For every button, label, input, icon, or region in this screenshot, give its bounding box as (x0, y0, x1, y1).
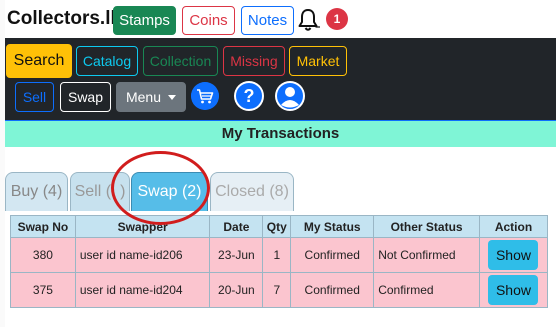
search-button[interactable]: Search (6, 44, 72, 78)
catalog-button[interactable]: Catalog (76, 46, 138, 76)
coins-button[interactable]: Coins (182, 6, 235, 35)
sell-button[interactable]: Sell (15, 82, 54, 112)
bell-icon[interactable] (296, 7, 320, 33)
help-icon[interactable]: ? (234, 81, 264, 111)
transactions-table: Swap No Swapper Date Qty My Status Other… (10, 215, 549, 308)
swap-no-cell: 375 (10, 272, 76, 308)
qty-cell: 7 (262, 272, 292, 308)
date-cell: 20-Jun (209, 272, 264, 308)
top-navbar: Collectors.lk Stamps Coins Notes 1 (5, 0, 556, 38)
missing-button[interactable]: Missing (223, 46, 285, 76)
menu-label: Menu (125, 89, 162, 105)
other-status-cell: Confirmed (373, 272, 480, 308)
collection-button[interactable]: Collection (143, 46, 218, 76)
swapper-cell: user id name-id204 (74, 272, 211, 308)
main-navbar: Search Catalog Collection Missing Market… (5, 38, 556, 120)
notification-badge[interactable]: 1 (326, 8, 348, 30)
tab-sell-label: Sell ( (74, 183, 112, 200)
table-row: 380 user id name-id206 23-Jun 1 Confirme… (10, 237, 549, 273)
user-icon[interactable] (275, 81, 305, 111)
my-status-cell: Confirmed (290, 272, 375, 308)
action-cell: Show (478, 237, 549, 273)
caret-down-icon (168, 94, 177, 100)
cart-icon[interactable] (191, 82, 219, 110)
tab-closed[interactable]: Closed (8) (210, 172, 294, 211)
annotation-circle (111, 151, 210, 225)
brand-logo[interactable]: Collectors.lk (7, 8, 121, 30)
notes-button[interactable]: Notes (241, 6, 294, 35)
other-status-cell: Not Confirmed (373, 237, 480, 273)
qty-cell: 1 (262, 237, 292, 273)
title-band: My Transactions (5, 121, 556, 147)
tab-buy[interactable]: Buy (4) (5, 172, 68, 211)
swap-button[interactable]: Swap (60, 82, 111, 112)
show-button[interactable]: Show (488, 275, 539, 305)
my-status-cell: Confirmed (290, 237, 375, 273)
page: Collectors.lk Stamps Coins Notes 1 Searc… (0, 0, 556, 327)
show-button[interactable]: Show (488, 240, 539, 270)
column-header-swap-no: Swap No (10, 215, 76, 238)
table-row: 375 user id name-id204 20-Jun 7 Confirme… (10, 272, 549, 308)
swap-no-cell: 380 (10, 237, 76, 273)
swapper-cell: user id name-id206 (74, 237, 211, 273)
column-header-action: Action (478, 215, 549, 238)
column-header-date: Date (209, 215, 264, 238)
date-cell: 23-Jun (209, 237, 264, 273)
column-header-qty: Qty (262, 215, 292, 238)
page-title: My Transactions (221, 125, 340, 142)
menu-dropdown-button[interactable]: Menu (116, 82, 186, 112)
market-button[interactable]: Market (289, 46, 347, 76)
column-header-other-status: Other Status (373, 215, 480, 238)
action-cell: Show (478, 272, 549, 308)
column-header-my-status: My Status (290, 215, 375, 238)
stamps-button[interactable]: Stamps (113, 6, 176, 35)
svg-text:?: ? (244, 86, 255, 106)
table-header-row: Swap No Swapper Date Qty My Status Other… (10, 215, 549, 238)
